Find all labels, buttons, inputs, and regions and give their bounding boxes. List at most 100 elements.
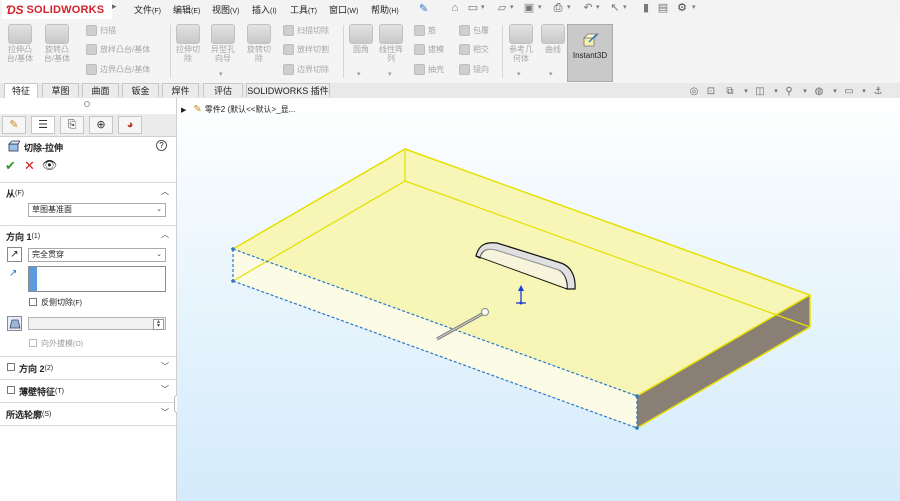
draft-on-off-icon[interactable] bbox=[7, 316, 22, 331]
view-settings-monitor-icon[interactable]: ▭ bbox=[843, 86, 855, 98]
reference-geometry-button[interactable]: 参考几 何体 bbox=[505, 24, 537, 63]
tab-surfaces[interactable]: 曲面 bbox=[82, 83, 119, 97]
draft-button[interactable]: 拔模 bbox=[414, 44, 444, 55]
print-dropdown-caret-icon[interactable]: ▾ bbox=[567, 3, 571, 11]
print-icon[interactable]: ⎙ bbox=[552, 2, 564, 14]
edit-appearance-icon[interactable]: ◍ bbox=[813, 86, 825, 98]
new-document-icon[interactable]: ▭ bbox=[467, 2, 479, 14]
tab-sketch[interactable]: 草图 bbox=[42, 83, 79, 97]
save-icon[interactable]: ▣ bbox=[523, 2, 535, 14]
lofted-cut-button[interactable]: 放样切割 bbox=[283, 44, 329, 55]
revolve-boss-button[interactable]: 旋转凸 台/基体 bbox=[40, 24, 74, 63]
curves-button[interactable]: 曲线 bbox=[539, 24, 567, 54]
direction2-checkbox[interactable] bbox=[7, 363, 15, 371]
thin-feature-checkbox[interactable] bbox=[7, 386, 15, 394]
help-icon[interactable]: ? bbox=[156, 140, 167, 151]
hole-wizard-caret-icon[interactable]: ▾ bbox=[219, 70, 223, 78]
mirror-button[interactable]: 镜向 bbox=[459, 64, 489, 75]
menu-edit[interactable]: 编辑(E) bbox=[173, 3, 200, 16]
revolve-cut-button[interactable]: 旋转切 除 bbox=[243, 24, 275, 63]
draft-outward-checkbox[interactable] bbox=[29, 339, 37, 347]
home-icon[interactable]: ⌂ bbox=[449, 2, 461, 14]
view-settings-caret-icon[interactable]: ▾ bbox=[858, 86, 870, 98]
menu-help[interactable]: 帮助(H) bbox=[371, 3, 399, 16]
options-dropdown-caret-icon[interactable]: ▾ bbox=[692, 3, 696, 11]
solidworks-logo[interactable]: ƊS SOLIDWORKS bbox=[2, 0, 112, 19]
rebuild-icon[interactable]: ▮ bbox=[640, 2, 652, 14]
select-dropdown-caret-icon[interactable]: ▾ bbox=[623, 3, 627, 11]
boundary-cut-button[interactable]: 边界切除 bbox=[283, 64, 329, 75]
dimxpert-manager-tab-icon[interactable]: ⊕ bbox=[89, 116, 113, 134]
boundary-boss-button[interactable]: 边界凸台/基体 bbox=[86, 64, 150, 75]
collapse-chevron-up-icon[interactable]: ︿ bbox=[161, 229, 169, 240]
part-model-3d[interactable] bbox=[177, 98, 900, 501]
configuration-manager-tab-icon[interactable]: ⎘ bbox=[60, 116, 84, 134]
select-pointer-icon[interactable]: ↖ bbox=[609, 2, 621, 14]
linear-pattern-caret-icon[interactable]: ▾ bbox=[388, 70, 392, 78]
curves-caret-icon[interactable]: ▾ bbox=[549, 70, 553, 78]
rib-button[interactable]: 筋 bbox=[414, 25, 436, 36]
direction2-section-header[interactable]: 方向 2 (2) bbox=[19, 362, 53, 375]
flip-side-to-cut-checkbox[interactable] bbox=[29, 298, 37, 306]
pin-icon[interactable]: ✎ bbox=[419, 2, 428, 15]
anchor-icon[interactable]: ⚓ bbox=[872, 86, 884, 98]
menu-file[interactable]: 文件(F) bbox=[134, 3, 161, 16]
shell-button[interactable]: 抽壳 bbox=[414, 64, 444, 75]
collapse-chevron-up-icon[interactable]: ︿ bbox=[161, 186, 169, 197]
swept-cut-button[interactable]: 扫描切除 bbox=[283, 25, 329, 36]
tab-solidworks-addins[interactable]: SOLIDWORKS 插件 bbox=[246, 83, 330, 97]
menu-tools[interactable]: 工具(T) bbox=[290, 3, 317, 16]
reverse-direction-icon[interactable]: ↗ bbox=[7, 247, 22, 262]
from-section-header[interactable]: 从 (F) bbox=[6, 187, 24, 200]
open-dropdown-caret-icon[interactable]: ▾ bbox=[510, 3, 514, 11]
tab-features[interactable]: 特征 bbox=[4, 83, 38, 98]
tab-weldments[interactable]: 焊件 bbox=[162, 83, 199, 97]
save-dropdown-caret-icon[interactable]: ▾ bbox=[538, 3, 542, 11]
section-view-icon[interactable]: ◫ bbox=[754, 86, 766, 98]
hide-show-caret-icon[interactable]: ▾ bbox=[799, 86, 811, 98]
selected-contours-section-header[interactable]: 所选轮廓 (S) bbox=[6, 408, 51, 421]
reference-geometry-caret-icon[interactable]: ▾ bbox=[517, 70, 521, 78]
logo-menu-arrow-icon[interactable]: ▸ bbox=[112, 1, 120, 17]
spin-arrows-icon[interactable]: ▴ ▾ bbox=[153, 319, 164, 330]
thin-feature-section-header[interactable]: 薄壁特征 (T) bbox=[19, 385, 64, 398]
expand-chevron-down-icon[interactable]: ﹀ bbox=[161, 407, 169, 418]
fillet-caret-icon[interactable]: ▾ bbox=[357, 70, 361, 78]
undo-icon[interactable]: ↶ bbox=[582, 2, 594, 14]
tab-evaluate[interactable]: 评估 bbox=[203, 83, 243, 97]
extrude-cut-button[interactable]: 拉伸切 除 bbox=[172, 24, 204, 63]
from-start-condition-select[interactable]: 草图基准面 ⌄ bbox=[28, 203, 166, 217]
linear-pattern-button[interactable]: 线性阵 列 bbox=[373, 24, 409, 63]
direction-selection-box[interactable] bbox=[28, 266, 166, 292]
pane-grip-icon[interactable] bbox=[84, 101, 90, 107]
hide-show-items-icon[interactable]: ⚲ bbox=[783, 86, 795, 98]
display-style-caret-icon[interactable]: ▾ bbox=[770, 86, 782, 98]
detailed-preview-eye-icon[interactable]: 👁 bbox=[42, 158, 57, 172]
extrude-boss-button[interactable]: 拉伸凸 台/基体 bbox=[4, 24, 36, 63]
menu-view[interactable]: 视图(V) bbox=[212, 3, 239, 16]
direction1-section-header[interactable]: 方向 1 (1) bbox=[6, 230, 40, 243]
expand-chevron-down-icon[interactable]: ﹀ bbox=[161, 361, 169, 372]
zoom-to-fit-icon[interactable]: ⊡ bbox=[705, 86, 717, 98]
view-orientation-icon[interactable]: ◎ bbox=[688, 86, 700, 98]
new-dropdown-caret-icon[interactable]: ▾ bbox=[481, 3, 485, 11]
file-properties-icon[interactable]: ▤ bbox=[657, 2, 669, 14]
feature-manager-tab-icon[interactable]: ✎ bbox=[2, 116, 26, 134]
ok-checkmark-icon[interactable]: ✔ bbox=[5, 158, 16, 174]
appearance-caret-icon[interactable]: ▾ bbox=[829, 86, 841, 98]
tab-sheet-metal[interactable]: 钣金 bbox=[122, 83, 159, 97]
menu-window[interactable]: 窗口(W) bbox=[329, 3, 358, 16]
wrap-button[interactable]: 包覆 bbox=[459, 25, 489, 36]
loft-boss-button[interactable]: 放样凸台/基体 bbox=[86, 44, 150, 55]
end-condition-select[interactable]: 完全贯穿 ⌄ bbox=[28, 248, 166, 262]
instant3d-button[interactable]: Instant3D bbox=[567, 24, 613, 82]
intersect-button[interactable]: 相交 bbox=[459, 44, 489, 55]
draft-angle-spinbox[interactable]: ▴ ▾ bbox=[28, 317, 166, 330]
property-manager-tab-icon[interactable]: ☰ bbox=[31, 116, 55, 134]
sweep-button[interactable]: 扫描 bbox=[86, 25, 116, 36]
fillet-button[interactable]: 圆角 bbox=[346, 24, 376, 54]
previous-view-icon[interactable]: ⧉ bbox=[724, 86, 736, 98]
menu-insert[interactable]: 插入(I) bbox=[252, 3, 277, 16]
cancel-x-icon[interactable]: ✕ bbox=[24, 158, 35, 174]
display-manager-tab-icon[interactable]: ◕ bbox=[118, 116, 142, 134]
